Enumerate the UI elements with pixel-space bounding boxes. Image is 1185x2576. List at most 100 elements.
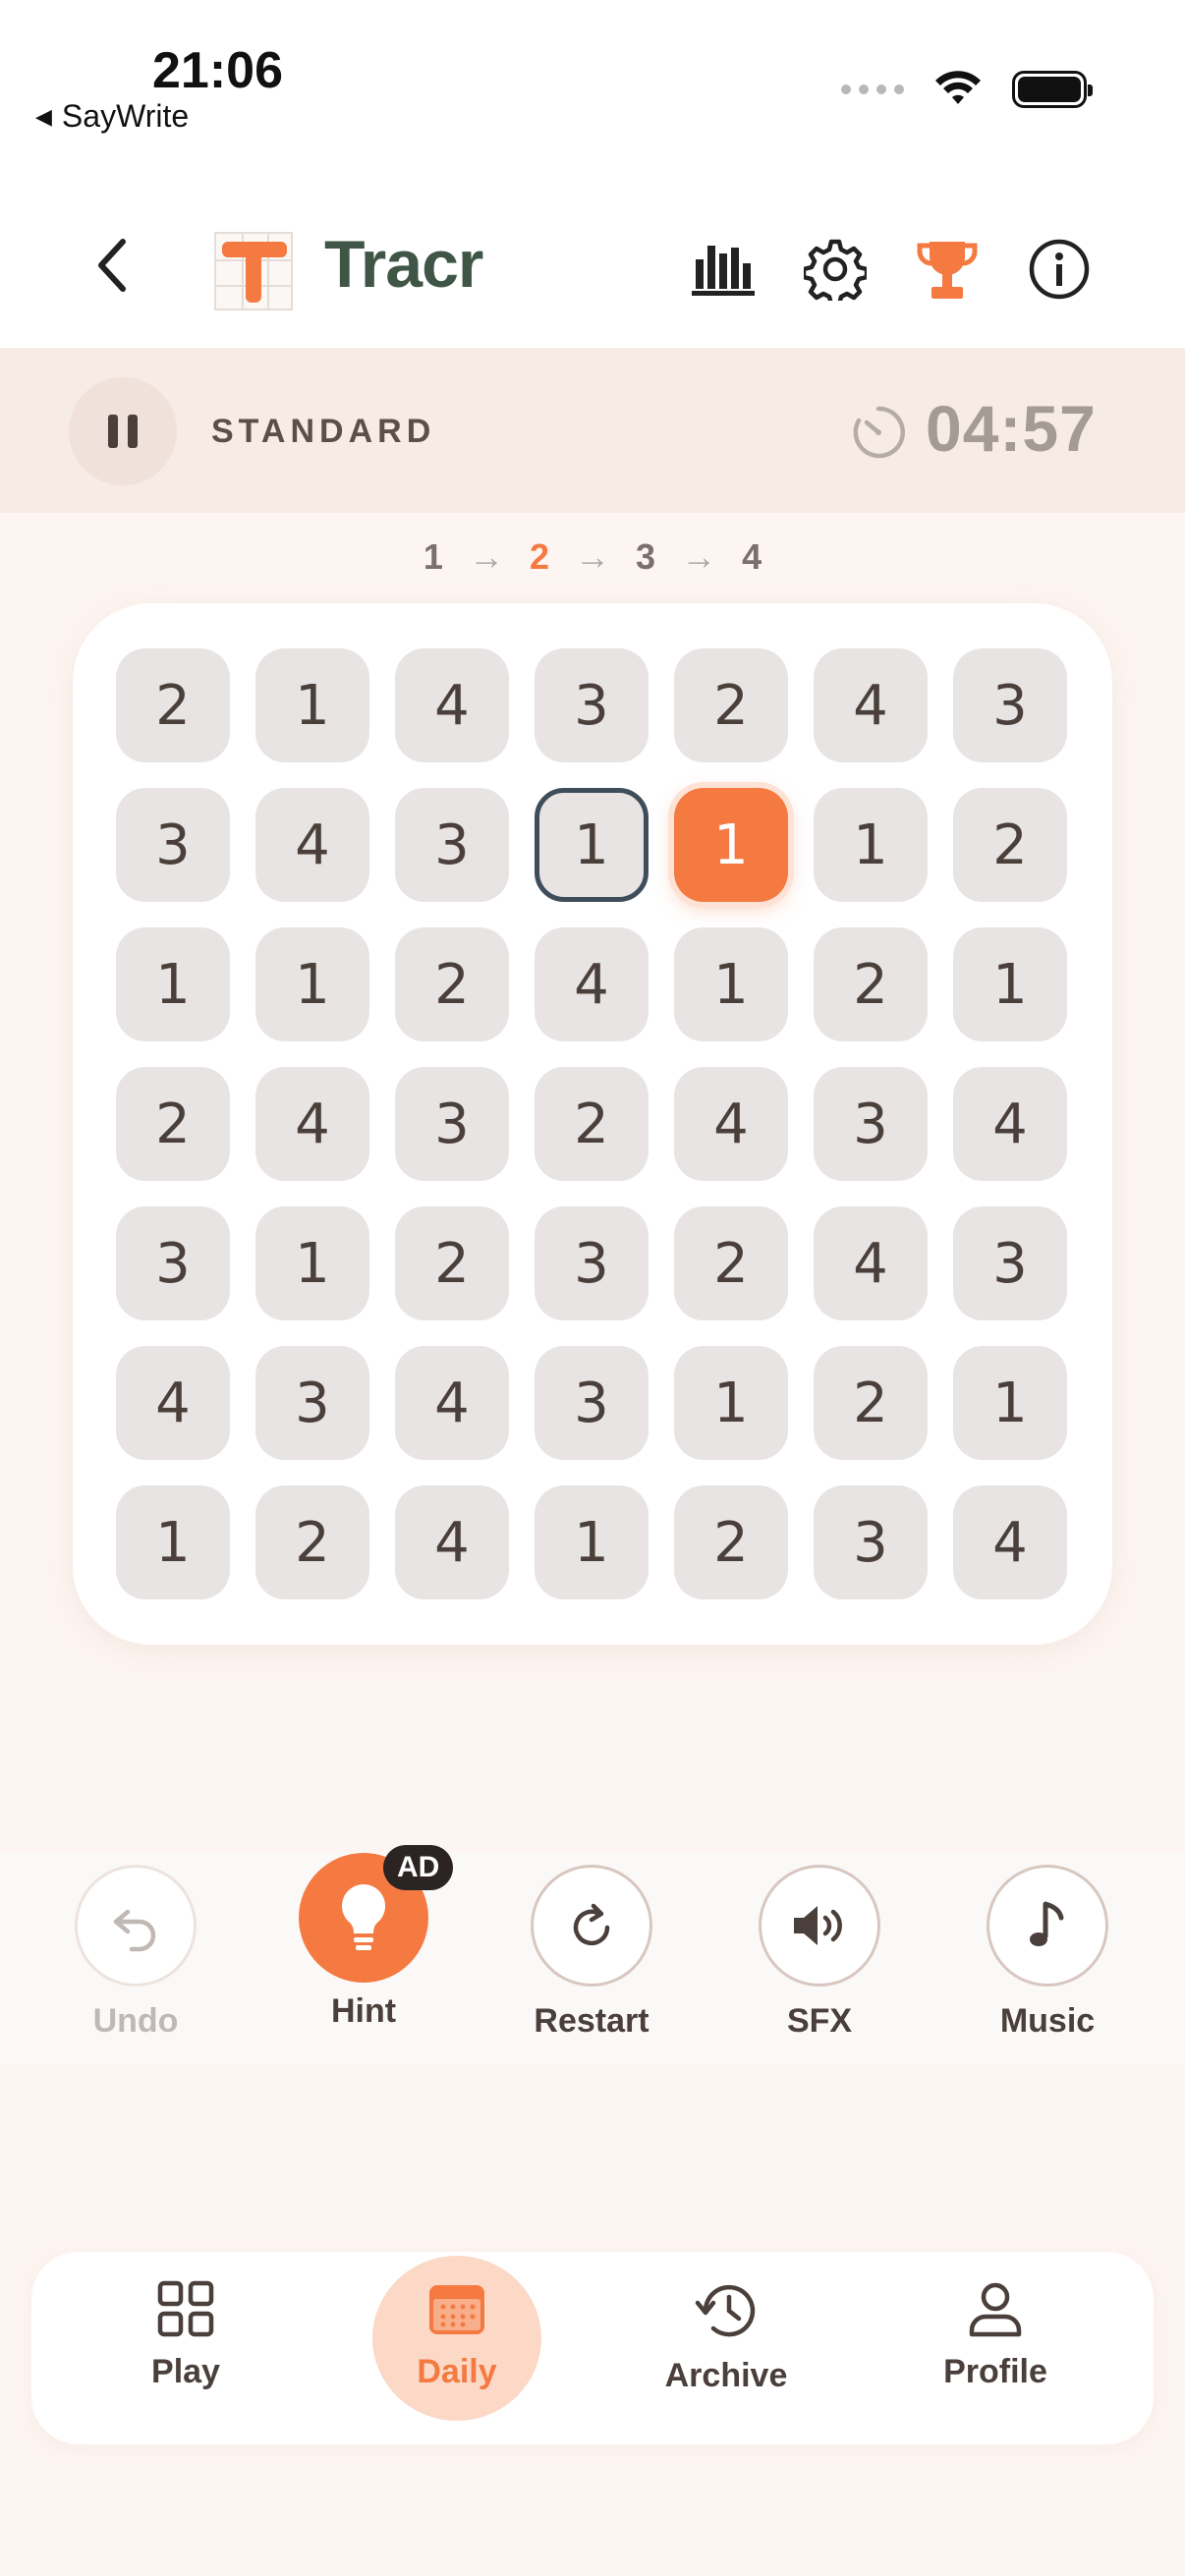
grid-cell[interactable]: 4 (814, 648, 928, 762)
grid-cell[interactable]: 2 (814, 927, 928, 1041)
grid-cell[interactable]: 1 (535, 1485, 649, 1599)
grid-cell[interactable]: 4 (255, 788, 369, 902)
grid-cell[interactable]: 4 (395, 1485, 509, 1599)
status-time: 21:06 (152, 42, 283, 99)
number-grid: 2143243343111211241212432434312324343431… (116, 648, 1067, 1599)
pause-icon (108, 415, 118, 448)
grid-cell[interactable]: 2 (255, 1485, 369, 1599)
sfx-label: SFX (786, 2002, 853, 2040)
nav-play[interactable]: Play (97, 2252, 274, 2391)
grid-cell[interactable]: 3 (535, 1206, 649, 1320)
grid-cell[interactable]: 1 (255, 927, 369, 1041)
ad-badge: AD (383, 1845, 454, 1890)
grid-cell[interactable]: 4 (814, 1206, 928, 1320)
history-clock-icon (695, 2284, 756, 2337)
grid-cell[interactable]: 2 (116, 648, 230, 762)
sfx-button[interactable]: SFX (731, 1859, 908, 2041)
grid-cell[interactable]: 3 (814, 1485, 928, 1599)
grid-cell[interactable]: 3 (395, 788, 509, 902)
grid-cell[interactable]: 3 (953, 648, 1067, 762)
mode-bar: STANDARD 04:57 (0, 348, 1185, 513)
music-button[interactable]: Music (959, 1859, 1136, 2041)
arrow-right-icon: → (468, 536, 504, 577)
music-label: Music (999, 2002, 1096, 2040)
nav-daily-label: Daily (417, 2353, 497, 2390)
grid-cell[interactable]: 4 (953, 1485, 1067, 1599)
trophy-icon[interactable] (916, 238, 979, 303)
sequence-step-current: 2 (529, 536, 549, 577)
grid-cell[interactable]: 2 (674, 1485, 788, 1599)
grid-cell[interactable]: 3 (116, 788, 230, 902)
grid-cell[interactable]: 4 (674, 1067, 788, 1181)
undo-label: Undo (92, 2002, 179, 2040)
grid-cell[interactable]: 3 (535, 648, 649, 762)
pause-button[interactable] (69, 377, 177, 485)
nav-archive[interactable]: Archive (638, 2252, 815, 2395)
arrow-right-icon: → (575, 536, 610, 577)
undo-button[interactable]: Undo (47, 1859, 224, 2041)
back-triangle-icon: ◀ (35, 103, 52, 129)
restart-label: Restart (534, 2002, 649, 2040)
sequence-step: 3 (636, 536, 656, 577)
music-note-icon (1030, 1901, 1064, 1946)
grid-cell-selected[interactable]: 1 (535, 788, 649, 902)
grid-cell[interactable]: 3 (535, 1346, 649, 1460)
grid-cell[interactable]: 3 (116, 1206, 230, 1320)
nav-daily[interactable]: Daily (368, 2252, 545, 2421)
grid-cell[interactable]: 1 (116, 1485, 230, 1599)
restart-button[interactable]: Restart (503, 1859, 680, 2041)
grid-cell[interactable]: 2 (953, 788, 1067, 902)
grid-cell[interactable]: 2 (395, 1206, 509, 1320)
settings-gear-icon[interactable] (804, 238, 867, 301)
grid-cell[interactable]: 3 (395, 1067, 509, 1181)
back-app-label: SayWrite (61, 98, 190, 134)
sequence-step: 1 (423, 536, 443, 577)
stats-icon[interactable] (690, 238, 757, 297)
grid-cell[interactable]: 3 (814, 1067, 928, 1181)
grid-cell[interactable]: 1 (814, 788, 928, 902)
grid-cell[interactable]: 1 (674, 927, 788, 1041)
hint-button[interactable]: AD Hint (275, 1845, 454, 2031)
grid-cell[interactable]: 1 (116, 927, 230, 1041)
grid-cell[interactable]: 1 (255, 1206, 369, 1320)
back-to-app-link[interactable]: ◀ SayWrite (35, 98, 189, 135)
grid-cell[interactable]: 4 (116, 1346, 230, 1460)
nav-profile[interactable]: Profile (907, 2252, 1084, 2391)
grid-cell[interactable]: 2 (814, 1346, 928, 1460)
battery-icon (1012, 71, 1093, 108)
nav-archive-label: Archive (664, 2357, 788, 2394)
grid-cell[interactable]: 4 (395, 648, 509, 762)
nav-profile-label: Profile (943, 2353, 1047, 2390)
lightbulb-icon (341, 1884, 386, 1950)
app-logo (214, 232, 293, 310)
app-header: Tracr (0, 167, 1185, 348)
grid-cell[interactable]: 1 (953, 927, 1067, 1041)
grid-cell[interactable]: 2 (535, 1067, 649, 1181)
restart-icon (573, 1903, 610, 1946)
grid-cell[interactable]: 4 (255, 1067, 369, 1181)
grid-cell-active[interactable]: 1 (674, 788, 788, 902)
undo-icon (113, 1909, 156, 1952)
grid-cell[interactable]: 4 (535, 927, 649, 1041)
grid-cell[interactable]: 1 (674, 1346, 788, 1460)
hint-label: Hint (330, 1992, 397, 2030)
grid-cell[interactable]: 3 (953, 1206, 1067, 1320)
action-toolbar: Undo AD Hint Restart SFX Music (0, 1845, 1185, 2065)
wifi-icon (935, 71, 981, 104)
grid-cell[interactable]: 2 (395, 927, 509, 1041)
back-chevron-icon[interactable] (93, 236, 133, 295)
grid-cell[interactable]: 4 (953, 1067, 1067, 1181)
grid-cell[interactable]: 1 (255, 648, 369, 762)
grid-cell[interactable]: 4 (395, 1346, 509, 1460)
person-icon (969, 2282, 1022, 2337)
grid-cell[interactable]: 2 (674, 648, 788, 762)
sequence-step: 4 (742, 536, 762, 577)
grid-cell[interactable]: 2 (674, 1206, 788, 1320)
grid-cell[interactable]: 1 (953, 1346, 1067, 1460)
status-indicators (841, 71, 1093, 108)
grid-icon (157, 2280, 214, 2337)
grid-cell[interactable]: 3 (255, 1346, 369, 1460)
grid-cell[interactable]: 2 (116, 1067, 230, 1181)
info-icon[interactable] (1028, 238, 1091, 301)
signal-dots-icon (841, 84, 904, 94)
